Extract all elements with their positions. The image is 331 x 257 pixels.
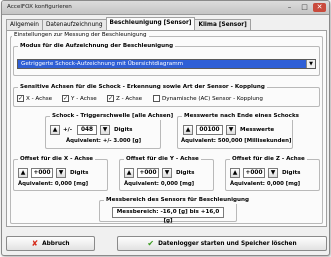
tab-klima[interactable]: Klima [Sensor]: [194, 19, 251, 30]
maximize-button[interactable]: □: [298, 3, 311, 12]
cancel-button[interactable]: ✘ Abbruch: [6, 236, 95, 251]
measurements-legend: Messwerte nach Ende eines Schocks: [182, 113, 302, 120]
config-window: AccelFOX konfigurieren – □ ✕ Allgemein D…: [1, 0, 330, 256]
x-axis-label: X - Achse: [26, 95, 53, 102]
y-axis-check-icon: ✓: [62, 95, 69, 102]
mode-group: Modus für die Aufzeichnung der Beschleun…: [13, 43, 320, 76]
trigger-threshold-field[interactable]: 048: [77, 125, 97, 135]
trigger-sign-label: +/-: [63, 127, 73, 133]
dynamic-coupling-check-icon: [153, 95, 160, 102]
offset-x-unit-label: Digits: [70, 170, 89, 176]
offset-z-decrease-button[interactable]: ▼: [268, 168, 278, 178]
trigger-decrease-button[interactable]: ▼: [100, 125, 110, 135]
offset-y-increase-button[interactable]: ▲: [124, 168, 134, 178]
minimize-button[interactable]: –: [283, 3, 296, 12]
measurements-increase-button[interactable]: ▲: [183, 125, 193, 135]
z-axis-label: Z - Achse: [116, 95, 143, 102]
measurements-decrease-button[interactable]: ▼: [226, 125, 236, 135]
offset-y-field[interactable]: +000: [137, 168, 159, 178]
z-axis-checkbox[interactable]: ✓ Z - Achse: [107, 95, 142, 102]
mode-legend: Modus für die Aufzeichnung der Beschleun…: [18, 43, 176, 50]
offset-z-unit-label: Digits: [282, 170, 301, 176]
tab-bar: Allgemein Datenaufzeichnung Beschleunigu…: [6, 17, 251, 30]
trigger-increase-button[interactable]: ▲: [50, 125, 60, 135]
cross-icon: ✘: [31, 239, 39, 248]
axes-group: Sensitive Achsen für die Schock - Erkenn…: [13, 84, 320, 107]
measurements-unit-label: Messwerte: [240, 127, 275, 133]
mode-select-value: Getriggerte Schock-Aufzeichnung mit Über…: [21, 61, 184, 67]
offset-z-legend: Offset für die Z - Achse: [230, 156, 307, 163]
dynamic-coupling-checkbox[interactable]: Dynamische (AC) Sensor - Kopplung: [153, 95, 263, 102]
start-logger-button-label: Datenlogger starten und Speicher löschen: [158, 240, 297, 247]
offset-x-legend: Offset für die X - Achse: [18, 156, 96, 163]
offset-z-field[interactable]: +000: [243, 168, 265, 178]
chevron-down-icon[interactable]: ▼: [306, 60, 315, 68]
trigger-unit-label: Digits: [114, 127, 133, 133]
y-axis-label: Y - Achse: [71, 95, 97, 102]
tab-beschleunigung[interactable]: Beschleunigung [Sensor]: [105, 17, 196, 30]
offset-y-unit-label: Digits: [176, 170, 195, 176]
acceleration-settings-legend: Einstellungen zur Messung der Beschleuni…: [12, 32, 149, 39]
offset-x-decrease-button[interactable]: ▼: [56, 168, 66, 178]
offset-z-group: Offset für die Z - Achse ▲ +000 ▼ Digits…: [225, 156, 320, 191]
axes-legend: Sensitive Achsen für die Schock - Erkenn…: [18, 84, 267, 91]
close-button[interactable]: ✕: [313, 3, 326, 12]
trigger-equivalent-text: Äquivalent: +/- 3.000 [g]: [66, 138, 142, 144]
offset-y-equivalent-text: Äquivalent: 0,000 [mg]: [124, 181, 195, 187]
offset-y-legend: Offset für die Y - Achse: [124, 156, 201, 163]
trigger-threshold-legend: Schock - Triggerschwelle [alle Achsen]: [50, 113, 176, 120]
checkmark-icon: ✔: [147, 239, 155, 248]
trigger-threshold-group: Schock - Triggerschwelle [alle Achsen] ▲…: [45, 113, 176, 149]
offset-x-field[interactable]: +000: [31, 168, 53, 178]
measuring-range-display: Messbereich: -16,0 [g] bis +16,0 [g]: [112, 207, 224, 224]
offset-y-decrease-button[interactable]: ▼: [162, 168, 172, 178]
start-logger-button[interactable]: ✔ Datenlogger starten und Speicher lösch…: [117, 236, 327, 251]
measuring-range-group: Messbereich des Sensors für Beschleunigu…: [99, 197, 251, 224]
offset-y-group: Offset für die Y - Achse ▲ +000 ▼ Digits…: [119, 156, 214, 191]
window-title: AccelFOX konfigurieren: [7, 4, 72, 10]
tab-datenaufzeichnung[interactable]: Datenaufzeichnung: [41, 19, 107, 30]
x-axis-check-icon: ✓: [17, 95, 24, 102]
title-bar: AccelFOX konfigurieren – □ ✕: [2, 1, 329, 15]
measurements-field[interactable]: 00100: [196, 125, 223, 135]
y-axis-checkbox[interactable]: ✓ Y - Achse: [62, 95, 97, 102]
measurements-equivalent-text: Äquivalent: 500,000 [Millisekunden]: [181, 138, 292, 144]
offset-x-equivalent-text: Äquivalent: 0,000 [mg]: [18, 181, 89, 187]
x-axis-checkbox[interactable]: ✓ X - Achse: [17, 95, 52, 102]
offset-x-increase-button[interactable]: ▲: [18, 168, 28, 178]
tab-panel: Einstellungen zur Messung der Beschleuni…: [6, 30, 327, 227]
cancel-button-label: Abbruch: [42, 240, 70, 247]
dynamic-coupling-label: Dynamische (AC) Sensor - Kopplung: [162, 95, 263, 102]
offset-z-increase-button[interactable]: ▲: [230, 168, 240, 178]
offset-x-group: Offset für die X - Achse ▲ +000 ▼ Digits…: [13, 156, 108, 191]
tab-allgemein[interactable]: Allgemein: [6, 19, 43, 30]
z-axis-check-icon: ✓: [107, 95, 114, 102]
offset-z-equivalent-text: Äquivalent: 0,000 [mg]: [230, 181, 301, 187]
mode-select[interactable]: Getriggerte Schock-Aufzeichnung mit Über…: [17, 59, 316, 69]
measurements-group: Messwerte nach Ende eines Schocks ▲ 0010…: [177, 113, 302, 149]
measuring-range-legend: Messbereich des Sensors für Beschleunigu…: [104, 197, 251, 204]
